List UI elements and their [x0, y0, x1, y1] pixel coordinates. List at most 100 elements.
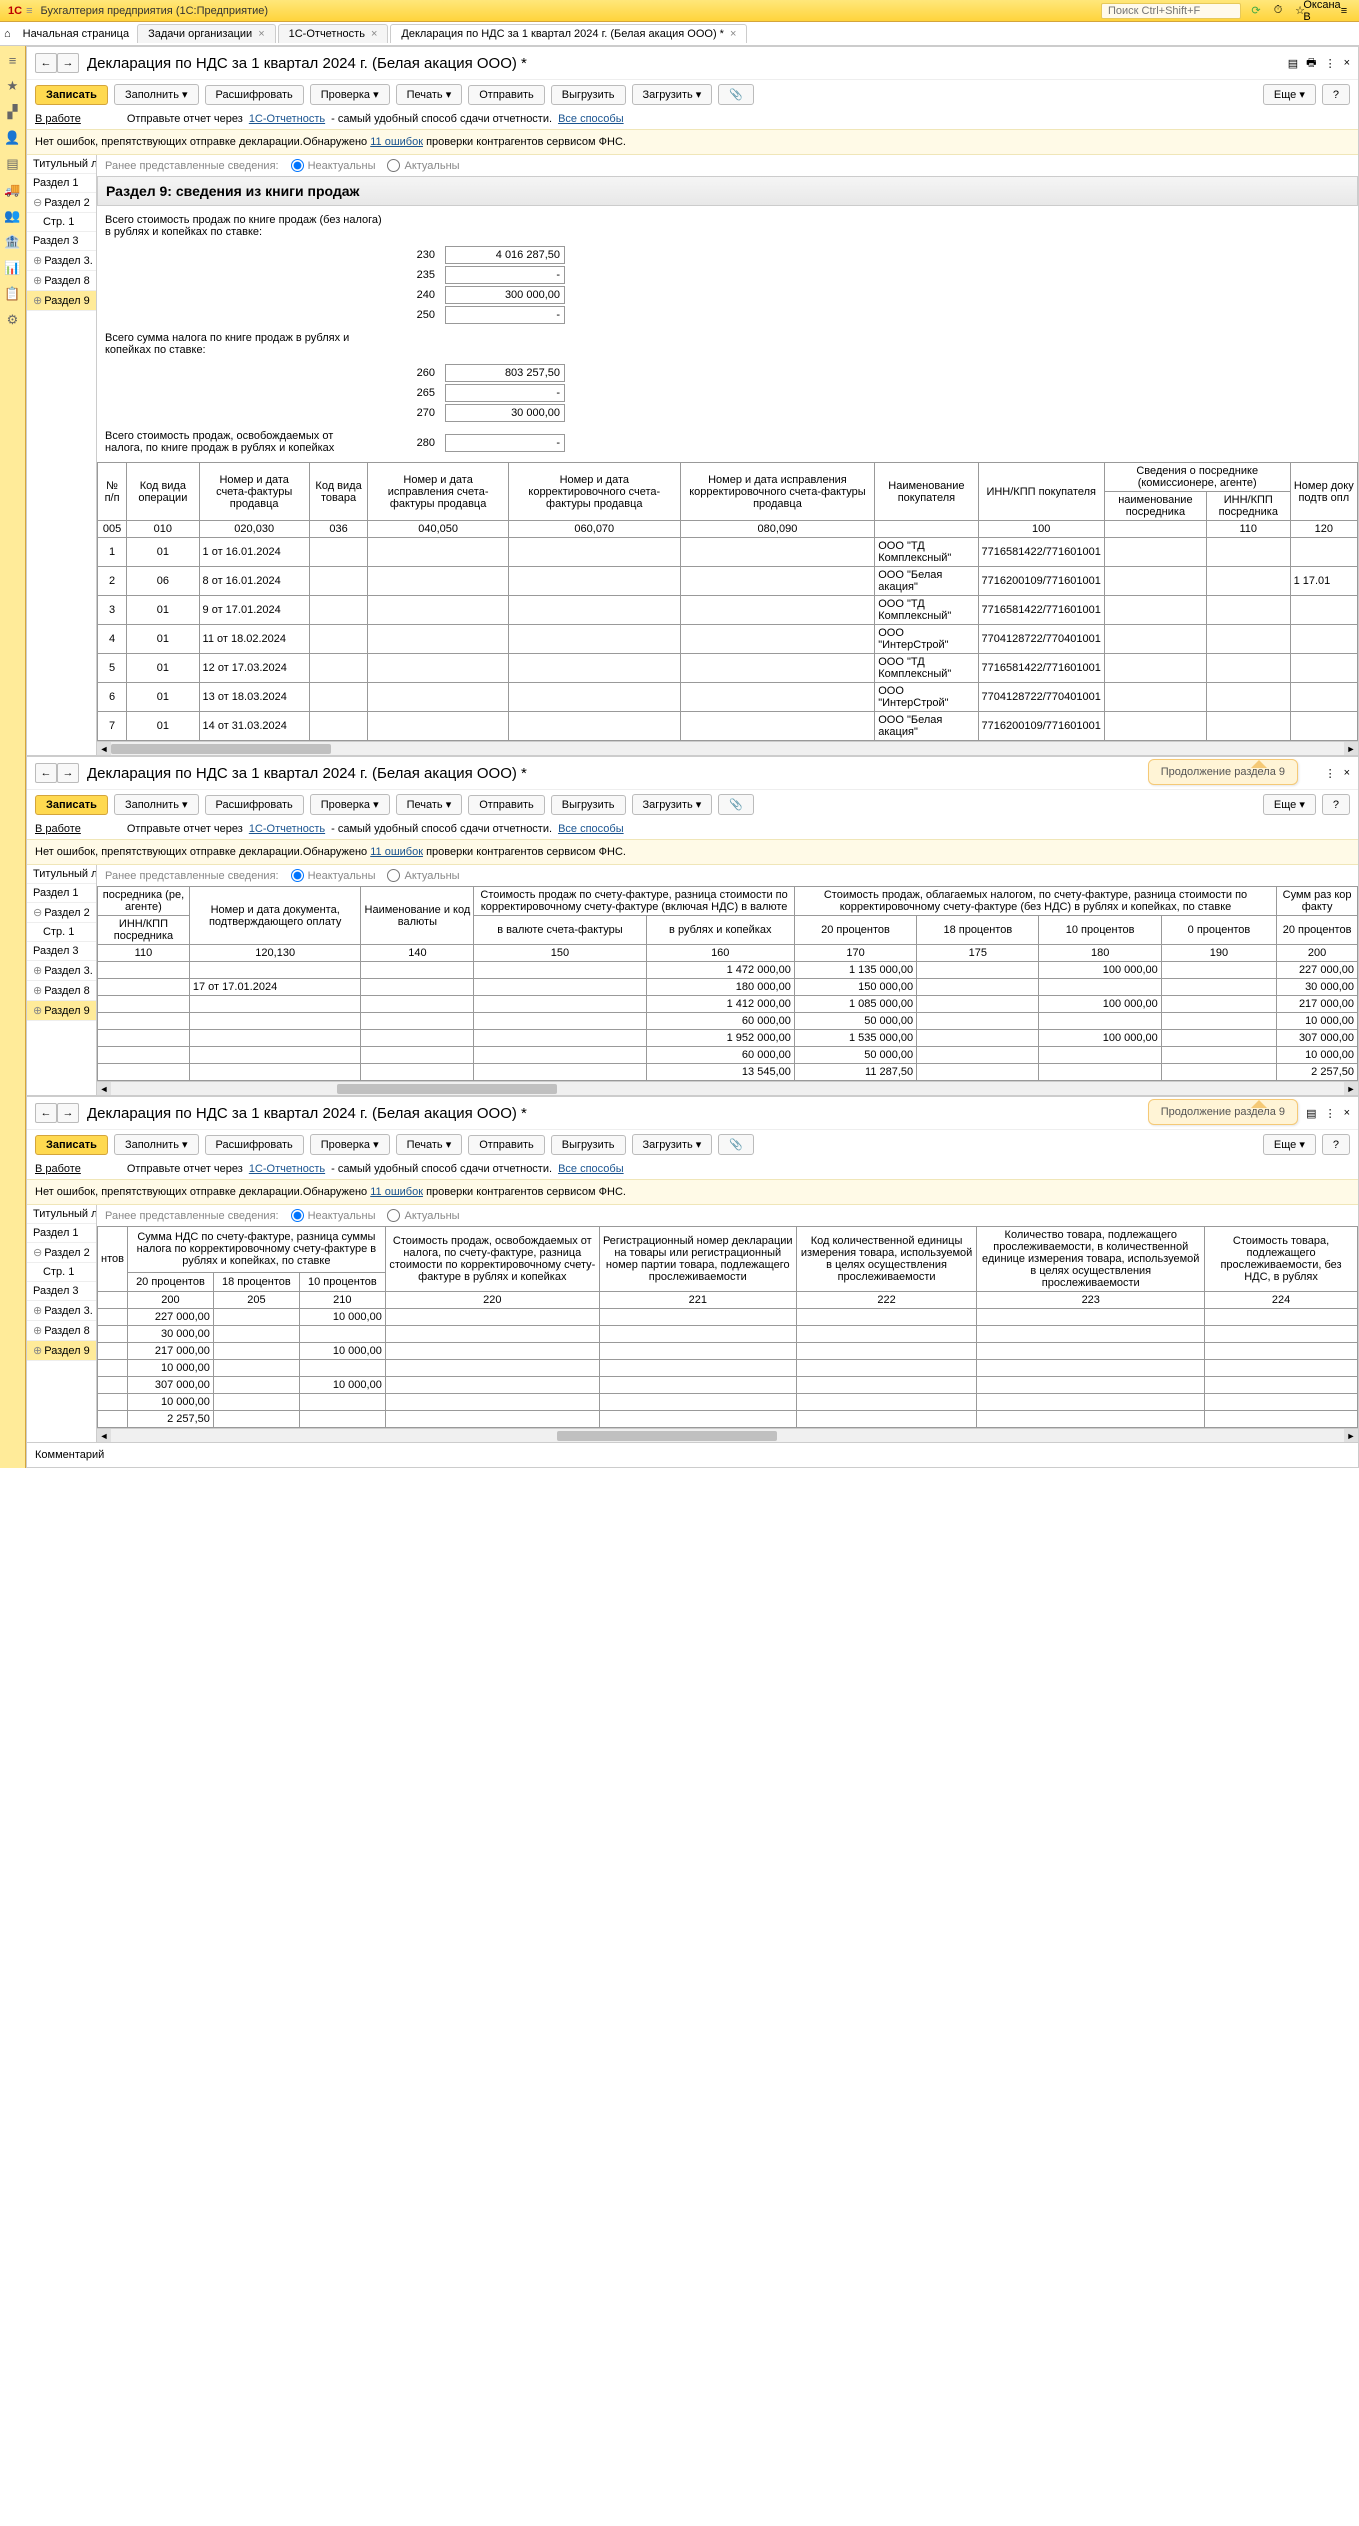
- copy-icon[interactable]: ▤: [1306, 1107, 1316, 1120]
- tree-r9[interactable]: ⊕Раздел 9: [27, 291, 96, 311]
- unload-button[interactable]: Выгрузить: [551, 795, 626, 815]
- reporting-link[interactable]: 1С-Отчетность: [249, 113, 325, 125]
- tab-reporting[interactable]: 1С-Отчетность×: [278, 24, 389, 43]
- check-button[interactable]: Проверка: [310, 1134, 390, 1155]
- attach-button[interactable]: 📎: [718, 794, 754, 815]
- load-button[interactable]: Загрузить: [632, 1134, 713, 1155]
- tree-p1[interactable]: Стр. 1: [27, 213, 96, 232]
- tree-r1[interactable]: Раздел 1: [27, 174, 96, 193]
- forward-button[interactable]: →: [57, 53, 79, 73]
- tree-r8[interactable]: ⊕Раздел 8: [27, 271, 96, 291]
- errors-link[interactable]: 11 ошибок: [370, 1186, 423, 1198]
- field-230[interactable]: [445, 246, 565, 264]
- field-250[interactable]: [445, 306, 565, 324]
- back-button[interactable]: ←: [35, 53, 57, 73]
- attach-button[interactable]: 📎: [718, 84, 754, 105]
- load-button[interactable]: Загрузить: [632, 794, 713, 815]
- book-icon[interactable]: 📋: [5, 286, 21, 302]
- field-270[interactable]: [445, 404, 565, 422]
- bank-icon[interactable]: 🏦: [5, 234, 21, 250]
- history-icon[interactable]: ⏱: [1271, 4, 1285, 18]
- decode-button[interactable]: Расшифровать: [205, 1135, 304, 1155]
- close-panel-icon[interactable]: ×: [1344, 767, 1350, 779]
- help-button[interactable]: ?: [1322, 84, 1350, 105]
- more-button[interactable]: Еще: [1263, 1134, 1316, 1155]
- report-icon[interactable]: 📊: [5, 260, 21, 276]
- print-button[interactable]: Печать: [396, 794, 463, 815]
- more-button[interactable]: Еще: [1263, 794, 1316, 815]
- star-icon[interactable]: ★: [5, 78, 21, 94]
- status-label[interactable]: В работе: [35, 823, 81, 835]
- send-button[interactable]: Отправить: [468, 85, 545, 105]
- write-button[interactable]: Записать: [35, 85, 108, 105]
- field-240[interactable]: [445, 286, 565, 304]
- field-235[interactable]: [445, 266, 565, 284]
- load-button[interactable]: Загрузить: [632, 84, 713, 105]
- print-button[interactable]: Печать: [396, 1134, 463, 1155]
- field-280[interactable]: [445, 434, 565, 452]
- decode-button[interactable]: Расшифровать: [205, 85, 304, 105]
- search-input[interactable]: [1101, 3, 1241, 19]
- field-265[interactable]: [445, 384, 565, 402]
- reporting-link[interactable]: 1С-Отчетность: [249, 823, 325, 835]
- send-button[interactable]: Отправить: [468, 795, 545, 815]
- home-icon[interactable]: ⌂: [4, 28, 11, 40]
- tree-r3[interactable]: Раздел 3: [27, 232, 96, 251]
- errors-link[interactable]: 11 ошибок: [370, 846, 423, 858]
- hamburger-icon[interactable]: ≡: [26, 5, 32, 17]
- gear-icon[interactable]: ⚙: [5, 312, 21, 328]
- write-button[interactable]: Записать: [35, 795, 108, 815]
- tree-r2[interactable]: ⊖Раздел 2: [27, 193, 96, 213]
- unload-button[interactable]: Выгрузить: [551, 85, 626, 105]
- back-button[interactable]: ←: [35, 763, 57, 783]
- tab-tasks[interactable]: Задачи организации×: [137, 24, 276, 43]
- more-icon[interactable]: ⋮: [1325, 57, 1336, 70]
- h-scrollbar[interactable]: ◄►: [97, 1428, 1358, 1442]
- doc-icon[interactable]: ▤: [5, 156, 21, 172]
- home-tab[interactable]: Начальная страница: [15, 25, 137, 43]
- tree-r3p[interactable]: ⊕Раздел 3. П: [27, 251, 96, 271]
- errors-link[interactable]: 11 ошибок: [370, 136, 423, 148]
- truck-icon[interactable]: 🚚: [5, 182, 21, 198]
- status-label[interactable]: В работе: [35, 113, 81, 125]
- send-button[interactable]: Отправить: [468, 1135, 545, 1155]
- h-scrollbar[interactable]: ◄►: [97, 1081, 1358, 1095]
- field-260[interactable]: [445, 364, 565, 382]
- forward-button[interactable]: →: [57, 763, 79, 783]
- more-button[interactable]: Еще: [1263, 84, 1316, 105]
- status-label[interactable]: В работе: [35, 1163, 81, 1175]
- help-button[interactable]: ?: [1322, 794, 1350, 815]
- close-panel-icon[interactable]: ×: [1344, 57, 1350, 69]
- fill-button[interactable]: Заполнить: [114, 1134, 199, 1155]
- close-icon[interactable]: ×: [371, 28, 377, 40]
- radio-relevant[interactable]: Актуальны: [387, 159, 459, 172]
- decode-button[interactable]: Расшифровать: [205, 795, 304, 815]
- fill-button[interactable]: Заполнить: [114, 84, 199, 105]
- all-methods-link[interactable]: Все способы: [558, 1163, 624, 1175]
- list-icon[interactable]: ≡: [5, 52, 21, 68]
- more-icon[interactable]: ⋮: [1325, 1107, 1336, 1120]
- write-button[interactable]: Записать: [35, 1135, 108, 1155]
- more-icon[interactable]: ⋮: [1325, 767, 1336, 780]
- help-button[interactable]: ?: [1322, 1134, 1350, 1155]
- fill-button[interactable]: Заполнить: [114, 794, 199, 815]
- user-icon[interactable]: 👤: [5, 130, 21, 146]
- check-button[interactable]: Проверка: [310, 84, 390, 105]
- menu-icon[interactable]: ≡: [1337, 4, 1351, 18]
- chart-icon[interactable]: ▞: [5, 104, 21, 120]
- unload-button[interactable]: Выгрузить: [551, 1135, 626, 1155]
- radio-irrelevant[interactable]: Неактуальны: [291, 159, 376, 172]
- all-methods-link[interactable]: Все способы: [558, 823, 624, 835]
- tab-declaration[interactable]: Декларация по НДС за 1 квартал 2024 г. (…: [390, 24, 747, 43]
- check-button[interactable]: Проверка: [310, 794, 390, 815]
- attach-button[interactable]: 📎: [718, 1134, 754, 1155]
- forward-button[interactable]: →: [57, 1103, 79, 1123]
- back-button[interactable]: ←: [35, 1103, 57, 1123]
- print-button[interactable]: Печать: [396, 84, 463, 105]
- close-icon[interactable]: ×: [730, 28, 736, 40]
- tree-title[interactable]: Титульный л: [27, 155, 96, 174]
- copy-icon[interactable]: ▤: [1288, 57, 1298, 70]
- h-scrollbar[interactable]: ◄►: [97, 741, 1358, 755]
- print-icon[interactable]: 🖶: [1306, 54, 1316, 73]
- close-icon[interactable]: ×: [258, 28, 264, 40]
